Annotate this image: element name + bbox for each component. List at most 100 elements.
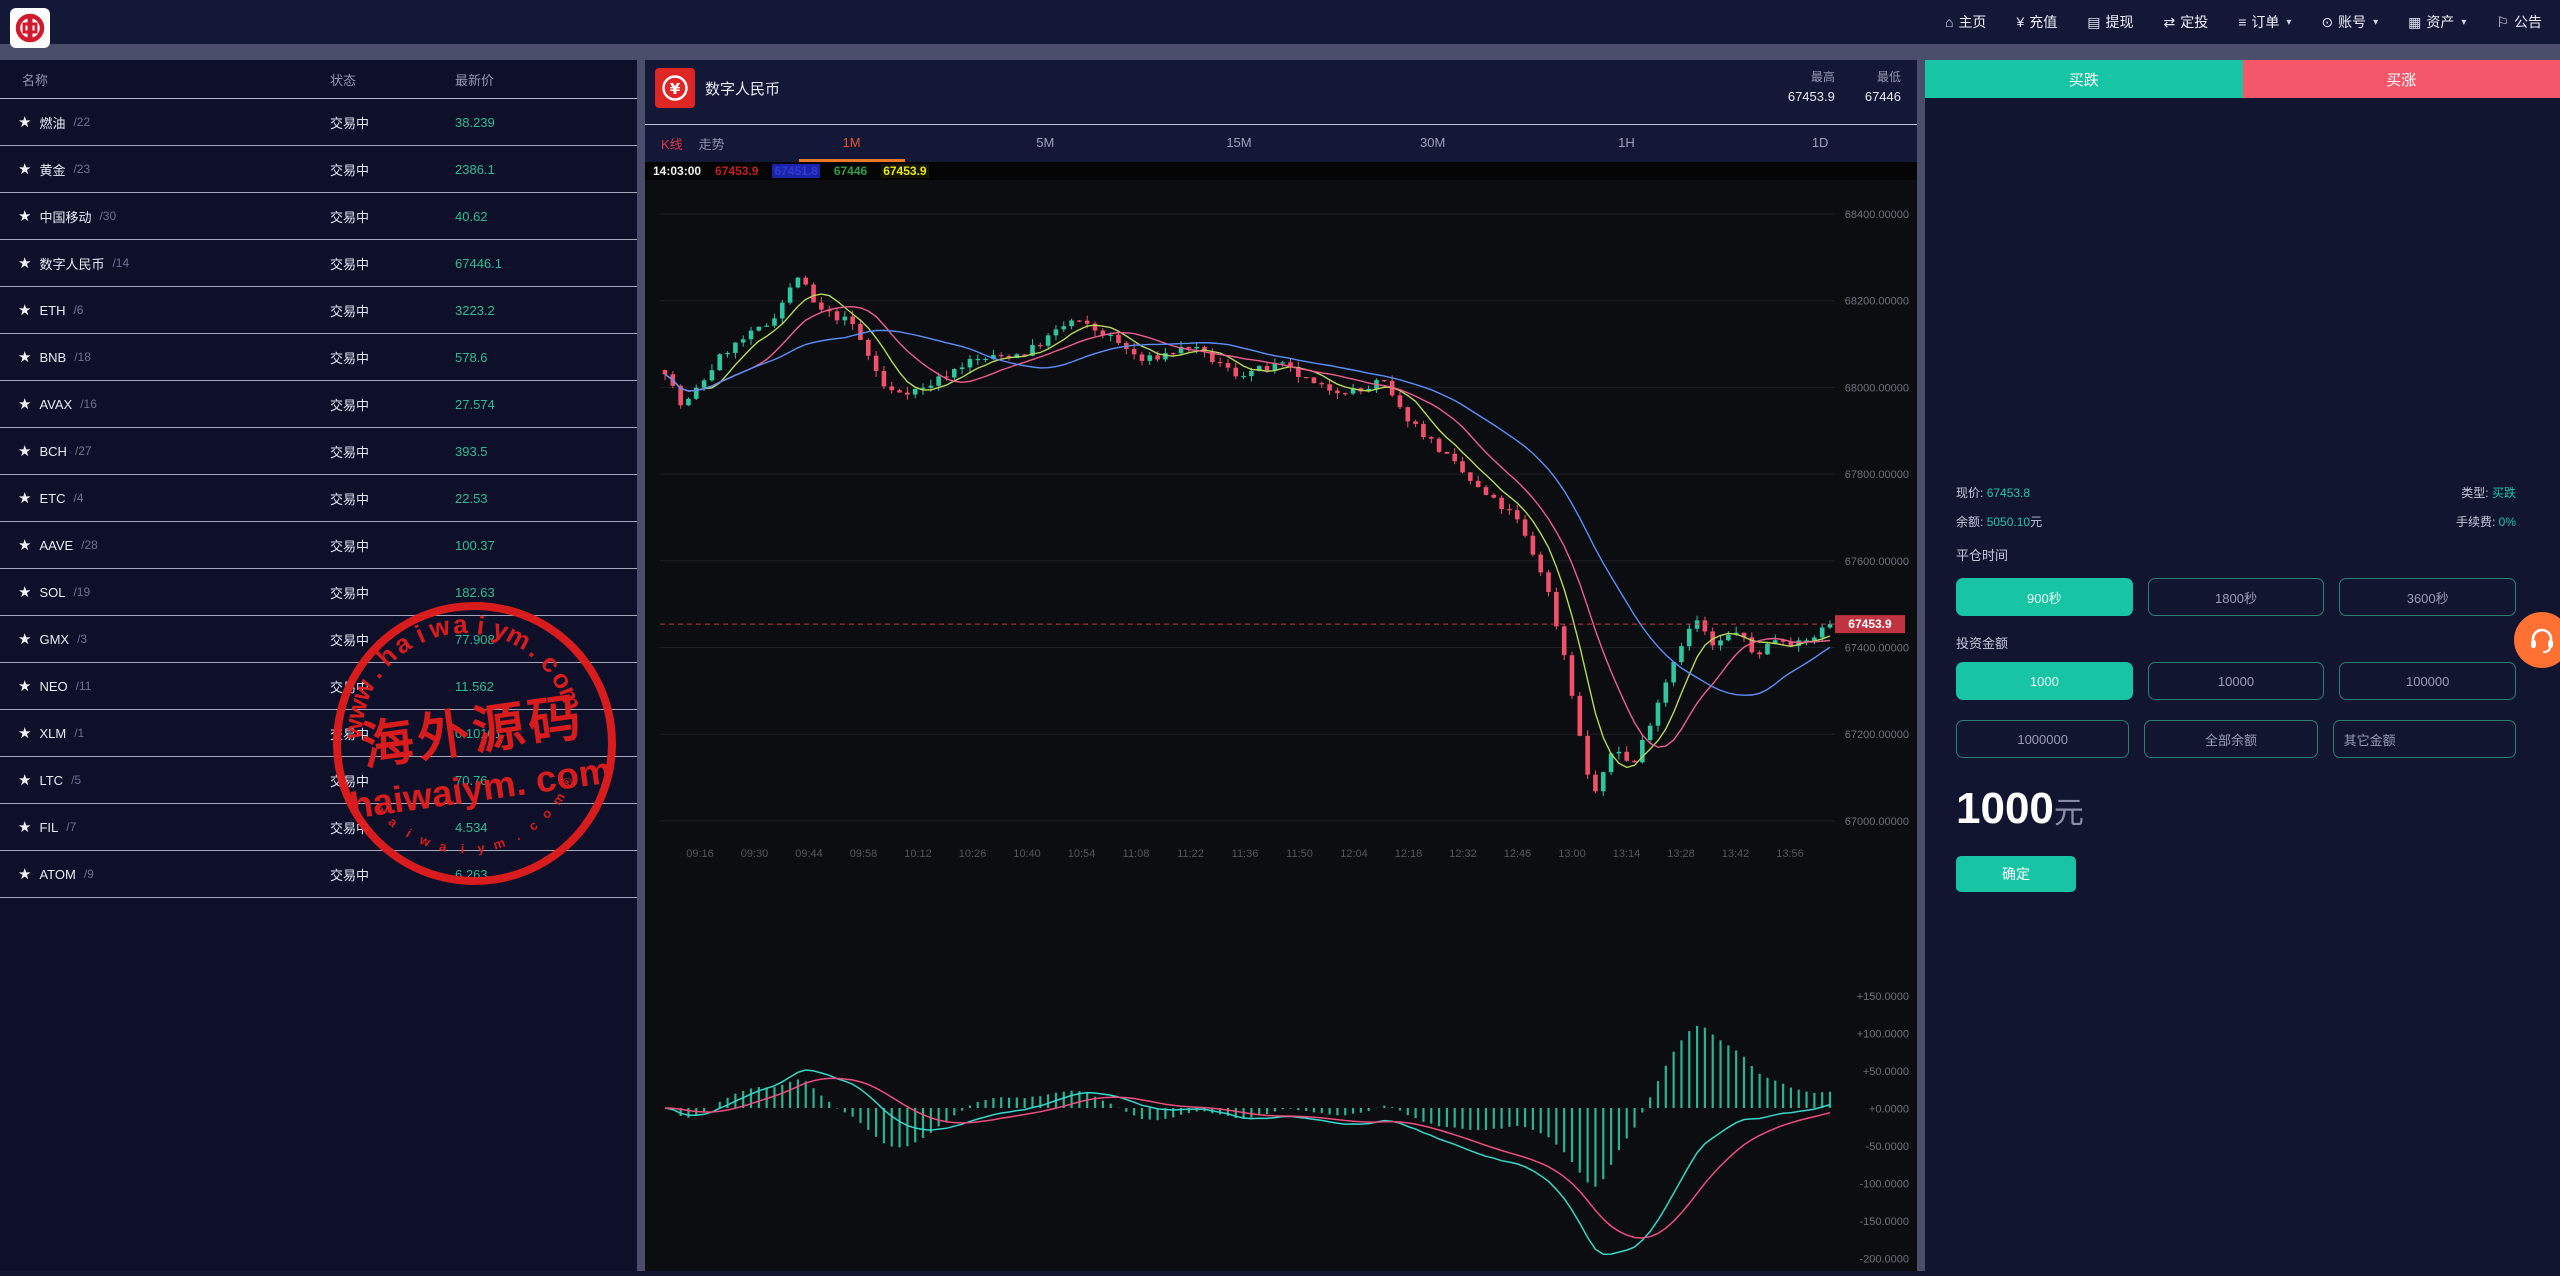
duration-option-900秒[interactable]: 900秒 [1956,578,2133,616]
watchlist-row-BNB[interactable]: ★BNB/18交易中578.6 [0,334,637,381]
order-type: 类型: 买跌 [2461,484,2516,501]
nav-item-资产[interactable]: ▦资产▾ [2408,12,2466,32]
col-price: 最新价 [455,70,637,89]
nav-item-账号[interactable]: ⊙账号▾ [2321,12,2378,32]
favorite-star-icon[interactable]: ★ [18,771,31,789]
watchlist-row-中国移动[interactable]: ★中国移动/30交易中40.62 [0,193,637,240]
favorite-star-icon[interactable]: ★ [18,818,31,836]
instrument-price: 11.562 [455,679,637,694]
interval-tab-label: 1M [799,125,905,162]
watchlist-row-NEO[interactable]: ★NEO/11交易中11.562 [0,663,637,710]
svg-text:11:36: 11:36 [1232,848,1259,860]
high-value: 67453.9 [1788,89,1835,104]
amount-option-其它金额[interactable]: 其它金额 [2333,720,2516,758]
favorite-star-icon[interactable]: ★ [18,489,31,507]
amount-option-100000[interactable]: 100000 [2339,662,2516,700]
interval-tab-30M[interactable]: 30M [1336,125,1530,162]
duration-options: 900秒 1800秒 3600秒 [1956,578,2516,616]
instrument-status: 交易中 [330,254,455,273]
nav-item-提现[interactable]: ▤提现 [2087,12,2133,32]
watchlist-row-FIL[interactable]: ★FIL/7交易中4.534 [0,804,637,851]
confirm-button[interactable]: 确定 [1956,856,2076,892]
watchlist-row-SOL[interactable]: ★SOL/19交易中182.63 [0,569,637,616]
svg-text:10:54: 10:54 [1068,848,1096,860]
order-type-label: 类型: [2461,486,2488,500]
nav-item-label: 充值 [2029,12,2057,32]
favorite-star-icon[interactable]: ★ [18,207,31,225]
watchlist-row-XLM[interactable]: ★XLM/1交易中0.10101 [0,710,637,757]
nav-item-充值[interactable]: ¥充值 [2016,12,2057,32]
svg-text:+50.0000: +50.0000 [1863,1066,1909,1078]
instrument-code: /23 [73,162,90,176]
amount-option-全部余额[interactable]: 全部余额 [2144,720,2317,758]
app-logo[interactable] [10,8,50,48]
favorite-star-icon[interactable]: ★ [18,301,31,319]
watchlist-row-ATOM[interactable]: ★ATOM/9交易中6.263 [0,851,637,898]
nav-item-label: 提现 [2105,12,2133,32]
watchlist-row-LTC[interactable]: ★LTC/5交易中70.76 [0,757,637,804]
watchlist-row-GMX[interactable]: ★GMX/3交易中77.908 [0,616,637,663]
instrument-code: /19 [73,585,90,599]
fee-value: 0% [2499,515,2516,529]
watchlist-sidebar: 名称 状态 最新价 ★燃油/22交易中38.239★黄金/23交易中2386.1… [0,60,637,1271]
instrument-status: 交易中 [330,677,455,696]
instrument-status: 交易中 [330,865,455,884]
candlestick-chart[interactable]: 68400.0000068200.0000068000.0000067800.0… [645,180,1917,1271]
watchlist-row-BCH[interactable]: ★BCH/27交易中393.5 [0,428,637,475]
duration-option-1800秒[interactable]: 1800秒 [2148,578,2325,616]
interval-tab-15M[interactable]: 15M [1142,125,1336,162]
svg-text:67600.00000: 67600.00000 [1845,556,1909,568]
svg-text:67800.00000: 67800.00000 [1845,469,1909,481]
watchlist-row-AAVE[interactable]: ★AAVE/28交易中100.37 [0,522,637,569]
watchlist-row-ETH[interactable]: ★ETH/6交易中3223.2 [0,287,637,334]
nav-item-label: 订单 [2251,12,2279,32]
favorite-star-icon[interactable]: ★ [18,865,31,883]
watchlist-row-燃油[interactable]: ★燃油/22交易中38.239 [0,99,637,146]
favorite-star-icon[interactable]: ★ [18,677,31,695]
buy-up-tab[interactable]: 买涨 [2243,60,2560,98]
chart-symbol-name: 数字人民币 [705,78,780,99]
favorite-star-icon[interactable]: ★ [18,254,31,272]
nav-item-主页[interactable]: ⌂主页 [1945,12,1986,32]
balance-label: 余额: [1956,515,1983,529]
instrument-code: /4 [73,491,83,505]
nav-item-label: 账号 [2338,12,2366,32]
watchlist-row-数字人民币[interactable]: ★数字人民币/14交易中67446.1 [0,240,637,287]
favorite-star-icon[interactable]: ★ [18,724,31,742]
favorite-star-icon[interactable]: ★ [18,536,31,554]
high-stat: 最高 67453.9 [1788,68,1835,104]
nav-item-定投[interactable]: ⇄定投 [2163,12,2208,32]
interval-tab-5M[interactable]: 5M [948,125,1142,162]
favorite-star-icon[interactable]: ★ [18,442,31,460]
instrument-price: 27.574 [455,397,637,412]
favorite-star-icon[interactable]: ★ [18,395,31,413]
instrument-label: GMX [39,632,69,647]
favorite-star-icon[interactable]: ★ [18,348,31,366]
nav-item-订单[interactable]: ≡订单▾ [2238,12,2291,32]
buy-down-tab[interactable]: 买跌 [1925,60,2243,98]
amount-option-1000000[interactable]: 1000000 [1956,720,2129,758]
svg-text:09:30: 09:30 [741,848,769,860]
svg-text:13:56: 13:56 [1776,848,1804,860]
amount-option-10000[interactable]: 10000 [2148,662,2325,700]
chart-column: ¥ 数字人民币 最高 67453.9 最低 67446 K线 走势 1M 5M15… [645,60,1917,1271]
favorite-star-icon[interactable]: ★ [18,630,31,648]
interval-tab-1M[interactable]: 1M [755,125,949,162]
nav-item-公告[interactable]: ⚐公告 [2496,12,2542,32]
duration-option-3600秒[interactable]: 3600秒 [2339,578,2516,616]
interval-tab-1H[interactable]: 1H [1530,125,1724,162]
watchlist-row-AVAX[interactable]: ★AVAX/16交易中27.574 [0,381,637,428]
favorite-star-icon[interactable]: ★ [18,160,31,178]
chart-header: ¥ 数字人民币 最高 67453.9 最低 67446 [645,60,1917,125]
watchlist-row-ETC[interactable]: ★ETC/4交易中22.53 [0,475,637,522]
ohlc-high: 67451.8 [772,164,819,178]
watchlist-row-黄金[interactable]: ★黄金/23交易中2386.1 [0,146,637,193]
favorite-star-icon[interactable]: ★ [18,583,31,601]
favorite-star-icon[interactable]: ★ [18,113,31,131]
interval-tab-1D[interactable]: 1D [1723,125,1917,162]
tab-trend[interactable]: 走势 [699,134,725,153]
amount-option-1000[interactable]: 1000 [1956,662,2133,700]
nav-item-label: 资产 [2426,12,2454,32]
tab-kline[interactable]: K线 [661,134,683,153]
instrument-status: 交易中 [330,818,455,837]
